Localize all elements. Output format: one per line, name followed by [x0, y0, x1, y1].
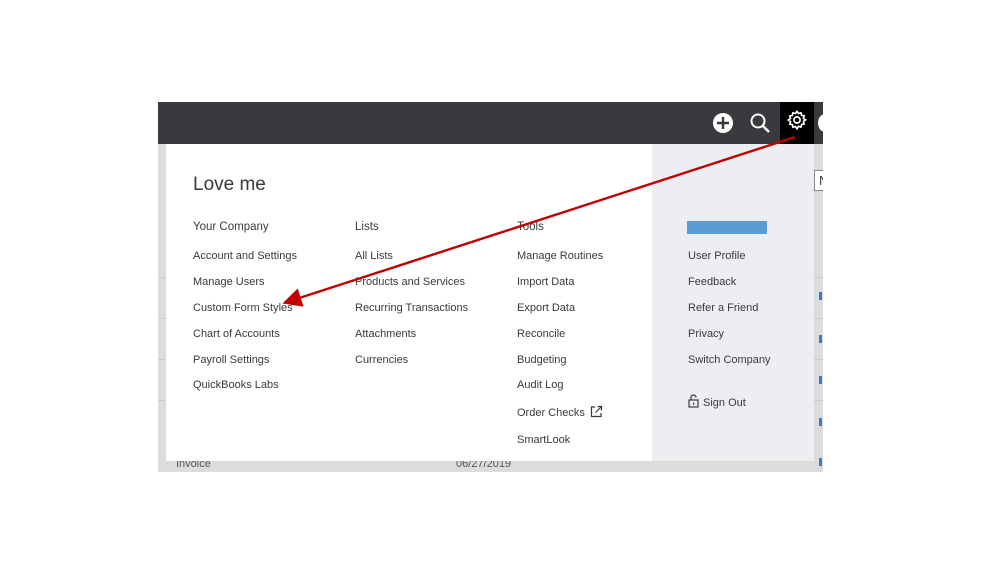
privacy-link[interactable]: Privacy [688, 328, 724, 340]
chart-of-accounts-link[interactable]: Chart of Accounts [193, 328, 280, 340]
lists-heading: Lists [355, 221, 379, 233]
tools-heading: Tools [517, 221, 544, 233]
budgeting-link[interactable]: Budgeting [517, 354, 567, 366]
switch-company-link[interactable]: Switch Company [688, 354, 771, 366]
smartlook-link[interactable]: SmartLook [517, 434, 570, 446]
lock-icon [688, 394, 699, 411]
search-icon[interactable] [745, 108, 775, 138]
products-services-link[interactable]: Products and Services [355, 276, 465, 288]
app-window: N Invoice 06/27/2019 [158, 102, 823, 472]
your-company-heading: Your Company [193, 221, 269, 233]
quickbooks-labs-link[interactable]: QuickBooks Labs [193, 379, 279, 391]
attachments-link[interactable]: Attachments [355, 328, 416, 340]
menu-greeting: Love me [193, 174, 266, 195]
external-link-icon [590, 405, 603, 421]
gear-icon [786, 109, 808, 136]
order-checks-label: Order Checks [517, 407, 585, 419]
top-bar [158, 102, 823, 154]
currencies-link[interactable]: Currencies [355, 354, 408, 366]
all-lists-link[interactable]: All Lists [355, 250, 393, 262]
import-data-link[interactable]: Import Data [517, 276, 574, 288]
order-checks-link[interactable]: Order Checks [517, 405, 603, 421]
export-data-link[interactable]: Export Data [517, 302, 575, 314]
sign-out-label: Sign Out [703, 396, 746, 409]
feedback-link[interactable]: Feedback [688, 276, 736, 288]
audit-log-link[interactable]: Audit Log [517, 379, 563, 391]
user-profile-link[interactable]: User Profile [688, 250, 745, 262]
avatar[interactable] [818, 114, 823, 132]
sign-out-button[interactable]: Sign Out [688, 394, 746, 411]
reconcile-link[interactable]: Reconcile [517, 328, 565, 340]
settings-button[interactable] [780, 102, 814, 154]
account-settings-link[interactable]: Account and Settings [193, 250, 297, 262]
payroll-settings-link[interactable]: Payroll Settings [193, 354, 269, 366]
profile-panel: User Profile Feedback Refer a Friend Pri… [652, 144, 814, 461]
settings-menu: Love me Your Company Account and Setting… [166, 144, 814, 461]
recurring-transactions-link[interactable]: Recurring Transactions [355, 302, 468, 314]
company-name-bar [687, 221, 767, 234]
add-icon[interactable] [708, 108, 738, 138]
custom-form-styles-link[interactable]: Custom Form Styles [193, 302, 293, 314]
manage-routines-link[interactable]: Manage Routines [517, 250, 603, 262]
manage-users-link[interactable]: Manage Users [193, 276, 265, 288]
refer-friend-link[interactable]: Refer a Friend [688, 302, 758, 314]
